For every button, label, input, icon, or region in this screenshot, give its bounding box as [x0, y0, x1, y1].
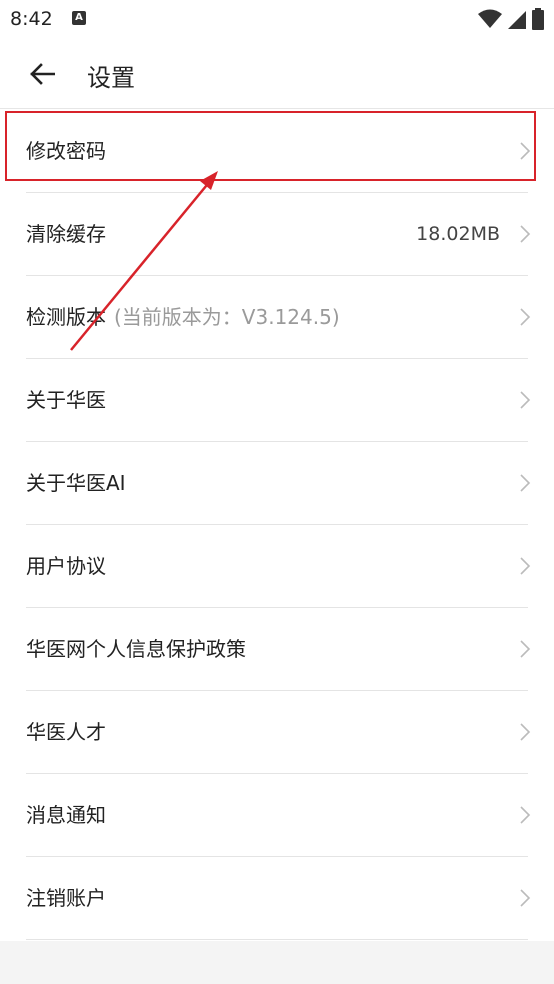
settings-item-label: 用户协议	[26, 554, 106, 578]
notification-icon: A	[72, 11, 86, 25]
settings-item-delete-account[interactable]: 注销账户	[0, 857, 554, 940]
notification-icon-letter: A	[75, 12, 83, 23]
settings-item-notifications[interactable]: 消息通知	[0, 774, 554, 857]
chevron-right-icon	[520, 225, 531, 243]
settings-item-label: 华医人才	[26, 720, 106, 744]
battery-icon	[532, 8, 544, 30]
annotation-highlight-box	[5, 111, 536, 181]
settings-item-label: 关于华医AI	[26, 471, 126, 495]
settings-item-label: 关于华医	[26, 388, 106, 412]
status-icons	[478, 8, 544, 30]
settings-list: 修改密码 清除缓存 18.02MB 检测版本 (当前版本为：V3.124.5) 关…	[0, 110, 554, 940]
current-version-text: (当前版本为：V3.124.5)	[114, 305, 340, 329]
chevron-right-icon	[520, 806, 531, 824]
chevron-right-icon	[520, 640, 531, 658]
chevron-right-icon	[520, 474, 531, 492]
settings-item-label: 检测版本 (当前版本为：V3.124.5)	[26, 305, 340, 329]
row-divider	[26, 939, 528, 940]
chevron-right-icon	[520, 889, 531, 907]
arrow-left-icon	[30, 63, 55, 85]
settings-item-label: 消息通知	[26, 803, 106, 827]
back-button[interactable]	[20, 54, 64, 94]
status-time: 8:42	[10, 8, 53, 30]
settings-item-label: 注销账户	[26, 886, 106, 910]
chevron-right-icon	[520, 723, 531, 741]
bottom-background	[0, 941, 554, 984]
settings-item-huayi-talent[interactable]: 华医人才	[0, 691, 554, 774]
header-divider	[0, 108, 554, 109]
settings-item-check-version[interactable]: 检测版本 (当前版本为：V3.124.5)	[0, 276, 554, 359]
settings-item-clear-cache[interactable]: 清除缓存 18.02MB	[0, 193, 554, 276]
page-title: 设置	[87, 64, 135, 92]
settings-item-user-agreement[interactable]: 用户协议	[0, 525, 554, 608]
settings-item-about-huayi-ai[interactable]: 关于华医AI	[0, 442, 554, 525]
cache-size-value: 18.02MB	[416, 223, 500, 245]
chevron-right-icon	[520, 308, 531, 326]
chevron-right-icon	[520, 391, 531, 409]
settings-item-label: 华医网个人信息保护政策	[26, 637, 246, 661]
settings-item-privacy-policy[interactable]: 华医网个人信息保护政策	[0, 608, 554, 691]
wifi-icon	[478, 9, 502, 28]
settings-item-label: 清除缓存	[26, 222, 106, 246]
chevron-right-icon	[520, 557, 531, 575]
app-bar: 设置	[0, 38, 554, 108]
settings-item-about-huayi[interactable]: 关于华医	[0, 359, 554, 442]
cell-signal-icon	[508, 11, 526, 29]
status-bar: 8:42 A	[0, 0, 554, 38]
